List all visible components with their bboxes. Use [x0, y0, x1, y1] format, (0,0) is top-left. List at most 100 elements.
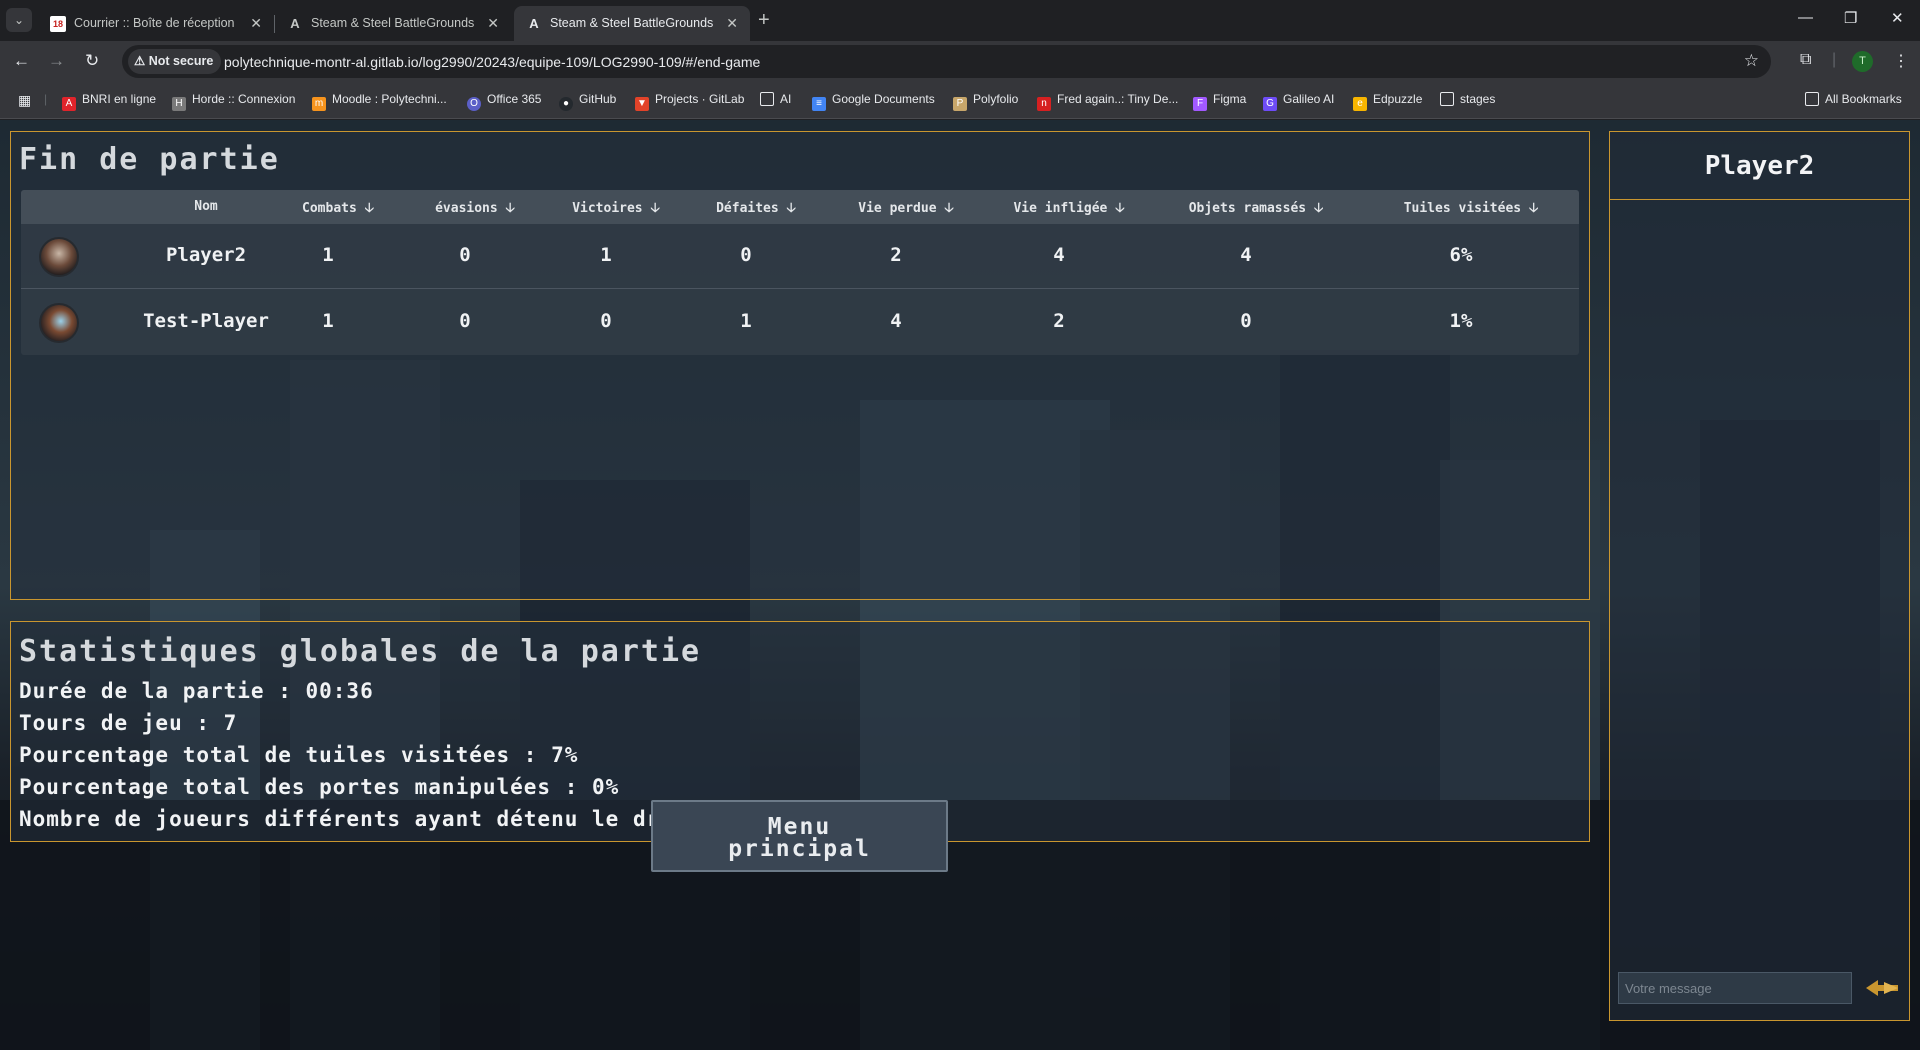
cell-tuiles-visitees: 1% — [1449, 310, 1473, 332]
send-arrow-icon[interactable] — [1864, 974, 1900, 1002]
bookmark-label: Polyfolio — [973, 92, 1019, 106]
bookmark-folder[interactable]: stages — [1440, 92, 1495, 106]
sort-arrow-icon: 🡣 — [505, 201, 515, 216]
table-row: Test-Player 1 0 0 1 4 2 0 1% — [21, 290, 1579, 355]
bookmark-label: GitHub — [579, 92, 617, 106]
bookmark-item[interactable]: e Edpuzzle — [1353, 92, 1422, 111]
bookmark-item[interactable]: O Office 365 — [467, 92, 541, 111]
bookmark-label: Figma — [1213, 92, 1247, 106]
tab-title: Steam & Steel BattleGrounds — [311, 16, 475, 30]
bookmark-item[interactable]: ▼ Projects · GitLab — [635, 92, 744, 111]
bookmark-item[interactable]: n Fred again..: Tiny De... — [1037, 92, 1178, 111]
tab-battlegrounds-active[interactable]: A Steam & Steel BattleGrounds ✕ — [514, 6, 750, 41]
bookmarks-divider: | — [44, 92, 48, 106]
cell-objets-ramasses: 4 — [1240, 244, 1252, 266]
bookmark-label: Edpuzzle — [1373, 92, 1423, 106]
npr-icon: n — [1037, 97, 1051, 111]
column-header-vie-infligee[interactable]: Vie infligée 🡣 — [989, 199, 1149, 221]
close-icon[interactable]: ✕ — [250, 15, 262, 32]
page-title: Fin de partie — [19, 142, 280, 177]
bookmark-label: Google Documents — [832, 92, 935, 106]
bookmark-star-icon[interactable]: ☆ — [1744, 51, 1759, 71]
angular-icon: A — [529, 16, 539, 31]
sort-arrow-icon: 🡣 — [650, 201, 660, 216]
docs-icon: ≡ — [812, 97, 826, 111]
bookmark-item[interactable]: ● GitHub — [559, 92, 616, 111]
column-header-victoires[interactable]: Victoires 🡣 — [551, 199, 681, 221]
folder-icon — [1805, 92, 1819, 106]
bookmark-item[interactable]: H Horde :: Connexion — [172, 92, 295, 111]
horde-icon: H — [172, 97, 186, 111]
url-text[interactable]: polytechnique-montr-al.gitlab.io/log2990… — [224, 54, 760, 70]
player-name: Player2 — [165, 244, 247, 266]
all-bookmarks-folder[interactable]: All Bookmarks — [1805, 92, 1902, 106]
address-bar[interactable]: ⚠ Not secure polytechnique-montr-al.gitl… — [122, 45, 1771, 78]
avatar — [39, 237, 79, 277]
cell-defaites: 1 — [740, 310, 752, 332]
sort-arrow-icon: 🡣 — [1528, 201, 1539, 216]
column-label: Nom — [194, 199, 218, 214]
chat-player-name: Player2 — [1610, 132, 1909, 200]
tab-battlegrounds-1[interactable]: A Steam & Steel BattleGrounds ✕ — [275, 6, 511, 41]
reload-icon[interactable]: ↻ — [85, 51, 99, 71]
forward-arrow-icon[interactable]: → — [48, 51, 65, 71]
tab-mail[interactable]: 18 Courrier :: Boîte de réception ✕ — [38, 6, 274, 41]
cell-vie-infligee: 2 — [1053, 310, 1065, 332]
column-header-evasions[interactable]: évasions 🡣 — [415, 199, 535, 221]
kebab-menu-icon[interactable]: ⋮ — [1893, 51, 1909, 71]
minimize-icon[interactable]: — — [1798, 9, 1813, 26]
galileo-icon: G — [1263, 97, 1277, 111]
column-header-objets-ramasses[interactable]: Objets ramassés 🡣 — [1161, 199, 1351, 221]
main-menu-button[interactable]: Menu principal — [651, 800, 948, 872]
sort-arrow-icon: 🡣 — [364, 201, 374, 216]
edpuzzle-icon: e — [1353, 97, 1367, 111]
cell-victoires: 1 — [600, 244, 612, 266]
window-close-icon[interactable]: ✕ — [1891, 9, 1904, 27]
cell-vie-infligee: 4 — [1053, 244, 1065, 266]
extensions-puzzle-icon[interactable]: ⧉ — [1800, 51, 1811, 69]
table-row: Player2 1 0 1 0 2 4 4 6% — [21, 224, 1579, 289]
bookmark-item[interactable]: F Figma — [1193, 92, 1246, 111]
folder-icon — [1440, 92, 1454, 106]
bookmarks-bar: ▦ | A BNRI en ligne H Horde :: Connexion m… — [0, 82, 1920, 119]
bookmark-item[interactable]: G Galileo AI — [1263, 92, 1334, 111]
column-header-defaites[interactable]: Défaites 🡣 — [696, 199, 816, 221]
close-icon[interactable]: ✕ — [726, 15, 738, 32]
bookmark-label: Projects · GitLab — [655, 92, 745, 106]
chat-panel: Player2 — [1609, 131, 1910, 1021]
column-header-vie-perdue[interactable]: Vie perdue 🡣 — [831, 199, 981, 221]
bookmark-item[interactable]: A BNRI en ligne — [62, 92, 156, 111]
bookmark-label: All Bookmarks — [1825, 92, 1902, 106]
column-header-combats[interactable]: Combats 🡣 — [283, 199, 393, 221]
figma-icon: F — [1193, 97, 1207, 111]
column-header-tuiles-visitees[interactable]: Tuiles visitées 🡣 — [1376, 199, 1566, 221]
cell-vie-perdue: 4 — [890, 310, 902, 332]
stat-duration: Durée de la partie : 00:36 — [19, 679, 374, 703]
bookmark-label: AI — [780, 92, 792, 106]
profile-avatar[interactable]: T — [1852, 51, 1873, 72]
cell-combats: 1 — [322, 310, 334, 332]
bookmark-item[interactable]: P Polyfolio — [953, 92, 1018, 111]
chat-message-input[interactable] — [1618, 972, 1852, 1004]
security-chip[interactable]: ⚠ Not secure — [128, 49, 222, 74]
cell-tuiles-visitees: 6% — [1449, 244, 1473, 266]
new-tab-plus-icon[interactable]: + — [758, 9, 770, 32]
cell-victoires: 0 — [600, 310, 612, 332]
security-label: Not secure — [148, 54, 214, 68]
apps-grid-icon[interactable]: ▦ — [18, 92, 31, 109]
column-label: Tuiles visitées — [1403, 201, 1522, 216]
bookmark-folder[interactable]: AI — [760, 92, 791, 106]
back-arrow-icon[interactable]: ← — [13, 51, 30, 71]
moodle-icon: m — [312, 97, 326, 111]
column-header-nom[interactable]: Nom — [141, 199, 271, 214]
tab-search-chevron-icon[interactable]: ⌄ — [6, 8, 32, 32]
column-label: Victoires — [572, 201, 643, 216]
github-icon: ● — [559, 97, 573, 111]
restore-icon[interactable]: ❐ — [1844, 9, 1857, 27]
bnri-icon: A — [62, 97, 76, 111]
column-label: Objets ramassés — [1188, 201, 1307, 216]
bookmark-item[interactable]: ≡ Google Documents — [812, 92, 935, 111]
bookmark-item[interactable]: m Moodle : Polytechni... — [312, 92, 447, 111]
toolbar-divider: | — [1832, 51, 1837, 68]
close-icon[interactable]: ✕ — [487, 15, 499, 32]
